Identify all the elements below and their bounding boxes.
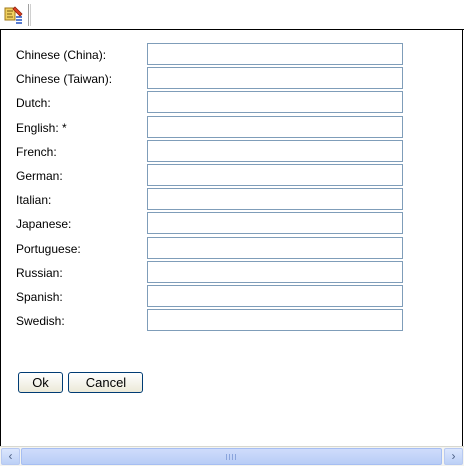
input-portuguese[interactable] bbox=[147, 236, 403, 259]
chevron-left-icon: ‹ bbox=[8, 449, 13, 463]
label-swedish: Swedish: bbox=[16, 314, 65, 329]
input-dutch[interactable] bbox=[147, 91, 403, 114]
form-row-russian: Russian: bbox=[1, 260, 463, 284]
form-row-italian: Italian: bbox=[1, 187, 463, 211]
label-dutch: Dutch: bbox=[16, 96, 51, 111]
translation-form: Chinese (China): Chinese (Taiwan): Dutch… bbox=[1, 42, 463, 332]
form-row-dutch: Dutch: bbox=[1, 90, 463, 114]
ok-button[interactable]: Ok bbox=[18, 372, 63, 393]
form-row-japanese: Japanese: bbox=[1, 211, 463, 235]
form-row-german: German: bbox=[1, 163, 463, 187]
form-row-english: English: * bbox=[1, 115, 463, 139]
scrollbar-grip bbox=[226, 454, 236, 460]
form-row-french: French: bbox=[1, 139, 463, 163]
label-russian: Russian: bbox=[16, 265, 63, 280]
label-chinese-china: Chinese (China): bbox=[16, 48, 107, 62]
form-row-chinese-china: Chinese (China): bbox=[1, 42, 463, 66]
toolbar-separator bbox=[28, 4, 31, 26]
label-italian: Italian: bbox=[16, 193, 52, 208]
form-row-swedish: Swedish: bbox=[1, 308, 463, 332]
button-bar: Ok Cancel bbox=[18, 372, 144, 393]
input-chinese-taiwan[interactable] bbox=[147, 67, 403, 90]
label-spanish: Spanish: bbox=[16, 289, 63, 304]
form-row-spanish: Spanish: bbox=[1, 284, 463, 308]
translate-edit-icon[interactable] bbox=[4, 5, 24, 25]
input-chinese-china[interactable] bbox=[147, 43, 403, 65]
form-panel: Chinese (China): Chinese (Taiwan): Dutch… bbox=[0, 30, 463, 446]
input-german[interactable] bbox=[147, 163, 403, 186]
scroll-left-button[interactable]: ‹ bbox=[1, 448, 20, 465]
label-chinese-taiwan: Chinese (Taiwan): bbox=[16, 72, 113, 87]
scroll-right-button[interactable]: › bbox=[444, 448, 463, 465]
cancel-button[interactable]: Cancel bbox=[68, 372, 144, 393]
input-spanish[interactable] bbox=[147, 284, 403, 307]
label-portuguese: Portuguese: bbox=[16, 241, 81, 256]
input-italian[interactable] bbox=[147, 188, 403, 211]
input-russian[interactable] bbox=[147, 260, 403, 283]
label-japanese: Japanese: bbox=[16, 217, 72, 232]
input-english[interactable] bbox=[147, 115, 403, 138]
label-french: French: bbox=[16, 144, 57, 159]
label-english: English: * bbox=[16, 120, 67, 135]
scrollbar-thumb[interactable] bbox=[21, 448, 442, 465]
toolbar bbox=[0, 0, 464, 30]
form-row-portuguese: Portuguese: bbox=[1, 236, 463, 260]
dialog-frame: Chinese (China): Chinese (Taiwan): Dutch… bbox=[0, 0, 464, 466]
input-french[interactable] bbox=[147, 139, 403, 162]
chevron-right-icon: › bbox=[451, 449, 456, 463]
form-row-chinese-taiwan: Chinese (Taiwan): bbox=[1, 66, 463, 90]
input-swedish[interactable] bbox=[147, 309, 403, 332]
input-japanese[interactable] bbox=[147, 212, 403, 235]
label-german: German: bbox=[16, 168, 63, 183]
horizontal-scrollbar[interactable]: ‹ › bbox=[0, 446, 464, 466]
